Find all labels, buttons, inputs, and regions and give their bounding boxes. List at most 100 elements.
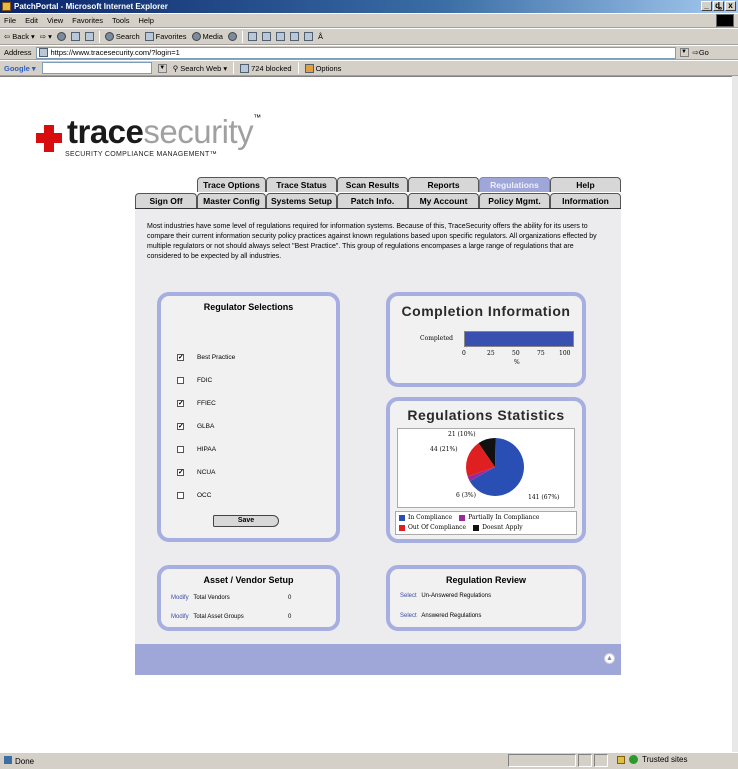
google-options-button[interactable]: Options [304,63,341,73]
tab-trace-status[interactable]: Trace Status [266,177,337,192]
menu-help[interactable]: Help [139,16,154,25]
regulations-panel: Most industries have some level of regul… [135,209,621,675]
home-icon[interactable] [84,32,94,41]
tab-information[interactable]: Information [550,193,621,208]
regulator-label: HIPAA [197,446,217,453]
back-button[interactable]: ⇦ Back ▾ [4,32,35,41]
vendor-row: Modify Total Vendors [171,595,230,601]
menu-favorites[interactable]: Favorites [72,16,103,25]
tab-master-config[interactable]: Master Config [197,193,266,208]
address-dropdown-icon[interactable]: ▼ [679,48,689,57]
pie-data-label: 6 (3%) [456,492,476,499]
save-button[interactable]: Save [213,515,279,527]
regulator-checkbox-fdic[interactable] [177,377,184,384]
favorites-button[interactable]: Favorites [144,32,187,41]
maximize-button[interactable]: ȡ [713,1,724,11]
tab-systems-setup[interactable]: Systems Setup [266,193,337,208]
menu-tools[interactable]: Tools [112,16,130,25]
completion-title: Completion Information [401,303,571,319]
vertical-scrollbar[interactable] [732,76,738,752]
google-dropdown-icon[interactable]: ▼ [157,63,167,73]
tracesecurity-logo-icon [36,125,62,152]
address-label: Address [4,48,32,57]
select-unanswered-link[interactable]: Select [400,593,417,599]
print-icon[interactable] [261,32,271,41]
regulation-review-title: Regulation Review [445,575,526,585]
tab-sign-off[interactable]: Sign Off [135,193,197,208]
status-cell [508,754,576,767]
completion-bar [465,332,573,346]
regulator-label: FDIC [197,377,213,384]
select-answered-link[interactable]: Select [400,613,417,619]
vendors-count: 0 [288,595,292,601]
answered-label: Answered Regulations [421,613,482,619]
modify-vendors-link[interactable]: Modify [171,595,189,601]
tick-label: 50 [512,350,520,357]
tab-help[interactable]: Help [550,177,621,192]
regulator-label: NCUA [197,469,216,476]
regulation-stats-box: Regulations Statistics 21 (10%) 44 (21%) 6… [386,397,586,543]
stats-title: Regulations Statistics [407,407,565,423]
research-icon[interactable]: Å [318,32,323,41]
vendors-label: Total Vendors [193,595,230,601]
edit-icon[interactable] [275,32,285,41]
popup-blocker-icon [240,63,250,73]
regulator-checkbox-ffiec[interactable]: ✓ [177,400,184,407]
tab-policy-mgmt[interactable]: Policy Mgmt. [479,193,550,208]
compliance-pie-chart: 21 (10%) 44 (21%) 6 (3%) 141 (67%) [430,431,559,501]
security-zone[interactable]: Trusted sites [617,755,688,764]
favorites-icon [144,32,154,41]
close-button[interactable]: x [725,1,736,11]
regulator-selections-title: Regulator Selections [203,302,294,312]
tab-scan-results[interactable]: Scan Results [337,177,408,192]
zone-label: Trusted sites [642,755,688,764]
search-button[interactable]: Search [104,32,140,41]
media-icon [191,32,201,41]
media-button[interactable]: Media [191,32,223,41]
ie-icon [2,2,11,11]
back-arrow-icon: ⇦ [4,32,11,41]
status-cell [578,754,592,767]
window-titlebar: PatchPortal - Microsoft Internet Explore… [0,0,738,13]
tab-reports[interactable]: Reports [408,177,479,192]
regulator-checkbox-best-practice[interactable]: ✓ [177,354,184,361]
popup-blocker[interactable]: 724 blocked [240,63,292,73]
google-toolbar: Google ▾ ▼ ⚲ Search Web ▾ 724 blocked Opt… [0,60,738,76]
regulation-review-box: Regulation Review Select Un-Answered Reg… [386,565,586,631]
tab-trace-options[interactable]: Trace Options [197,177,266,192]
regulator-label: FFIEC [197,400,216,407]
asset-vendor-title: Asset / Vendor Setup [203,575,294,585]
history-icon[interactable] [227,32,237,41]
legend-doesnt-apply: Doesnt Apply [482,524,523,531]
refresh-icon[interactable] [70,32,80,41]
tab-my-account[interactable]: My Account [408,193,479,208]
mail-icon[interactable] [247,32,257,41]
minimize-button[interactable]: _ [701,1,712,11]
stop-icon[interactable] [56,32,66,41]
address-input[interactable]: https://www.tracesecurity.com/?login=1 [35,46,676,59]
stats-legend: In Compliance Partially In Compliance Ou… [395,511,577,535]
options-icon [304,63,314,73]
asset-groups-count: 0 [288,614,292,620]
discuss-icon[interactable] [289,32,299,41]
menu-edit[interactable]: Edit [25,16,38,25]
completed-label: Completed [420,335,454,342]
search-web-button[interactable]: ⚲ Search Web ▾ [173,64,227,73]
menu-view[interactable]: View [47,16,63,25]
tab-regulations[interactable]: Regulations [479,177,550,192]
regulator-checkbox-hipaa[interactable] [177,446,184,453]
menu-file[interactable]: File [4,16,16,25]
regulator-checkbox-occ[interactable] [177,492,184,499]
regulator-checkbox-glba[interactable]: ✓ [177,423,184,430]
messenger-icon[interactable] [303,32,313,41]
google-logo[interactable]: Google ▾ [4,64,36,73]
scroll-top-icon[interactable]: ▲ [604,653,615,664]
tick-label: 100 [559,350,571,357]
google-search-input[interactable] [41,62,152,74]
tab-patch-info[interactable]: Patch Info. [337,193,408,208]
go-button[interactable]: ⇨Go [693,48,709,57]
regulator-checkbox-ncua[interactable]: ✓ [177,469,184,476]
forward-button[interactable]: ⇨ ▾ [40,32,52,41]
legend-in-compliance: In Compliance [408,514,453,521]
modify-asset-groups-link[interactable]: Modify [171,614,189,620]
